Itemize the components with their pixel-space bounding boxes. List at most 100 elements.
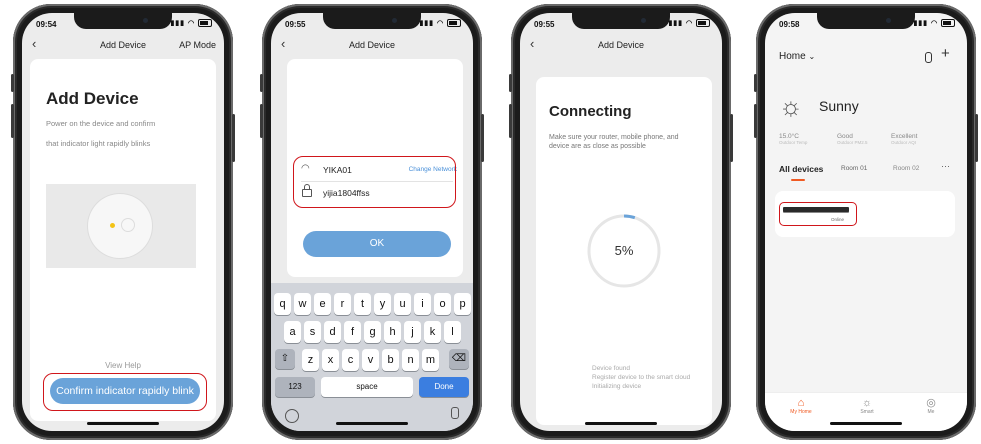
phone-frame-2: 09:55 ▮▮▮ ◠ ‹ Add Device ◠ YIKA01 Change…	[260, 4, 484, 440]
device-illustration	[46, 184, 196, 268]
nav-label: My Home	[790, 409, 812, 415]
nav-bar: ‹ Add Device	[520, 33, 722, 57]
tab-all-devices[interactable]: All devices	[779, 164, 823, 174]
mute-switch	[754, 74, 757, 92]
numbers-key[interactable]: 123	[275, 377, 315, 397]
device-puck-icon	[88, 194, 152, 258]
key-t[interactable]: t	[354, 293, 371, 315]
ok-button[interactable]: OK	[303, 231, 451, 257]
phone-frame-3: 09:55 ▮▮▮ ◠ ‹ Add Device Connecting Make…	[509, 4, 733, 440]
phone-frame-4: 09:58 ▮▮▮ ◠ Home ⌄ + ☼ Sunny 15.0°C Outd…	[754, 4, 978, 440]
status-time: 09:55	[534, 20, 555, 29]
key-i[interactable]: i	[414, 293, 431, 315]
key-w[interactable]: w	[294, 293, 311, 315]
chevron-down-icon: ⌄	[808, 52, 816, 61]
key-a[interactable]: a	[284, 321, 301, 343]
stat-label: Outdoor AQI	[891, 140, 917, 145]
notch	[74, 13, 172, 29]
key-v[interactable]: v	[362, 349, 379, 371]
connecting-card: Connecting Make sure your router, mobile…	[536, 77, 712, 425]
mute-switch	[509, 74, 512, 92]
volume-up-button	[260, 104, 263, 138]
home-indicator	[830, 422, 902, 425]
key-p[interactable]: p	[454, 293, 471, 315]
power-button	[730, 114, 733, 162]
key-r[interactable]: r	[334, 293, 351, 315]
highlight-box	[293, 156, 456, 208]
key-b[interactable]: b	[382, 349, 399, 371]
space-key[interactable]: space	[321, 377, 413, 397]
screen-wifi-entry: 09:55 ▮▮▮ ◠ ‹ Add Device ◠ YIKA01 Change…	[271, 13, 473, 431]
shift-key[interactable]: ⇧	[275, 349, 295, 369]
nav-label: Smart	[860, 409, 874, 415]
microphone-icon[interactable]	[451, 407, 459, 419]
step-register-cloud: Register device to the smart cloud	[592, 374, 691, 381]
bottom-nav: ⌂ My Home ☼ Smart ◎ Me	[765, 392, 967, 431]
home-label: Home	[779, 51, 806, 62]
progress-percent: 5%	[614, 243, 634, 258]
view-help-link[interactable]: View Help	[30, 361, 216, 370]
add-icon[interactable]: +	[941, 45, 950, 62]
key-m[interactable]: m	[422, 349, 439, 371]
globe-icon[interactable]	[285, 409, 299, 423]
nav-label: Me	[927, 409, 935, 415]
signal-wifi-battery-icon: ▮▮▮ ◠	[419, 19, 461, 28]
sun-icon: ☼	[861, 397, 873, 409]
stat-label: Outdoor PM2.5	[837, 140, 868, 145]
user-icon: ◎	[926, 397, 936, 409]
status-time: 09:58	[779, 20, 800, 29]
page-heading: Connecting	[549, 103, 632, 120]
ap-mode-link[interactable]: AP Mode	[179, 40, 216, 50]
microphone-icon[interactable]	[925, 52, 932, 63]
key-j[interactable]: j	[404, 321, 421, 343]
tab-active-underline	[791, 179, 805, 181]
key-n[interactable]: n	[402, 349, 419, 371]
page-heading: Add Device	[46, 89, 139, 108]
screen-home: 09:58 ▮▮▮ ◠ Home ⌄ + ☼ Sunny 15.0°C Outd…	[765, 13, 967, 431]
indicator-light-icon	[110, 223, 115, 228]
key-s[interactable]: s	[304, 321, 321, 343]
home-selector[interactable]: Home ⌄	[779, 51, 815, 62]
nav-bar: ‹ Add Device	[271, 33, 473, 57]
confirm-blink-button[interactable]: Confirm indicator rapidly blink	[50, 378, 200, 404]
key-o[interactable]: o	[434, 293, 451, 315]
nav-smart[interactable]: ☼ Smart	[847, 397, 887, 415]
key-h[interactable]: h	[384, 321, 401, 343]
power-symbol-icon	[121, 218, 135, 232]
stat-value: Excellent	[891, 133, 918, 140]
key-l[interactable]: l	[444, 321, 461, 343]
more-icon[interactable]: ···	[941, 161, 950, 171]
key-q[interactable]: q	[274, 293, 291, 315]
nav-my-home[interactable]: ⌂ My Home	[781, 397, 821, 415]
tab-room-02[interactable]: Room 02	[893, 165, 919, 172]
delete-key[interactable]: ⌫	[449, 349, 469, 369]
instruction-line-2: that indicator light rapidly blinks	[46, 139, 151, 148]
key-d[interactable]: d	[324, 321, 341, 343]
instruction-line-1: Power on the device and confirm	[46, 119, 156, 128]
phone-frame-1: 09:54 ▮▮▮ ◠ ‹ Add Device AP Mode Add Dev…	[11, 4, 235, 440]
key-f[interactable]: f	[344, 321, 361, 343]
nav-bar: ‹ Add Device AP Mode	[22, 33, 224, 57]
power-button	[232, 114, 235, 162]
done-key[interactable]: Done	[419, 377, 469, 397]
key-c[interactable]: c	[342, 349, 359, 371]
power-button	[481, 114, 484, 162]
key-u[interactable]: u	[394, 293, 411, 315]
key-k[interactable]: k	[424, 321, 441, 343]
house-icon: ⌂	[797, 397, 805, 409]
power-button	[975, 114, 978, 162]
home-indicator	[585, 422, 657, 425]
step-device-found: Device found	[592, 365, 630, 372]
nav-me[interactable]: ◎ Me	[911, 397, 951, 415]
key-y[interactable]: y	[374, 293, 391, 315]
tab-room-01[interactable]: Room 01	[841, 165, 867, 172]
key-x[interactable]: x	[322, 349, 339, 371]
stat-label: Outdoor Temp	[779, 140, 808, 145]
key-e[interactable]: e	[314, 293, 331, 315]
sun-icon: ☼	[779, 91, 803, 121]
highlight-box	[779, 202, 857, 226]
home-indicator	[336, 422, 408, 425]
key-g[interactable]: g	[364, 321, 381, 343]
mute-switch	[11, 74, 14, 92]
key-z[interactable]: z	[302, 349, 319, 371]
